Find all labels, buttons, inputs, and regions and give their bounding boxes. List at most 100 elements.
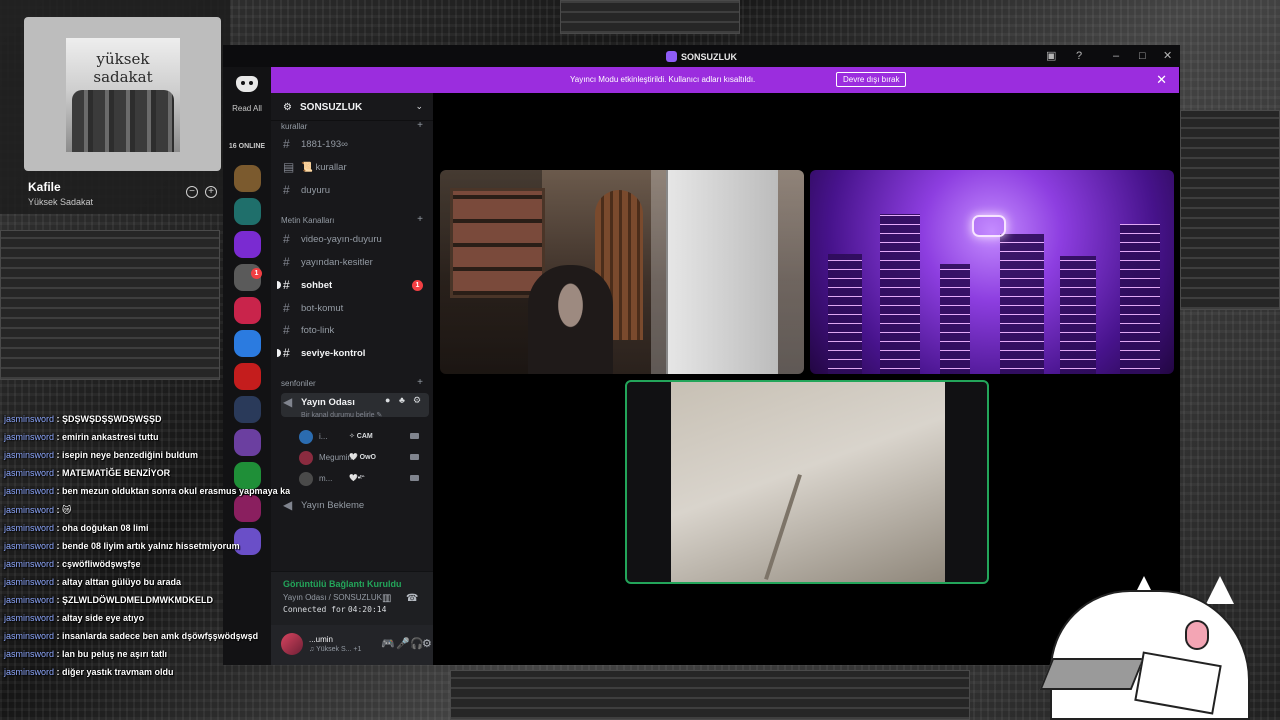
stream-chat-overlay: jasminsword : ŞDŞWŞDŞŞWDŞWŞŞD jasminsword… — [0, 408, 290, 684]
avatar — [299, 451, 313, 465]
disable-streamer-mode-button[interactable]: Devre dışı bırak — [836, 72, 907, 87]
hash-icon: # — [283, 346, 290, 360]
maximize-button[interactable]: □ — [1139, 49, 1146, 63]
video-tile-speaking[interactable] — [625, 380, 989, 584]
unread-indicator — [277, 281, 281, 289]
chat-separator: : — [54, 540, 63, 551]
noise-suppression-icon[interactable]: ▥ — [382, 593, 391, 604]
server-icon[interactable] — [234, 363, 261, 390]
background-building — [560, 0, 740, 34]
server-icon[interactable] — [234, 297, 261, 324]
server-name: SONSUZLUK — [300, 102, 363, 113]
add-channel-icon[interactable]: + — [417, 377, 423, 388]
plus-icon[interactable]: + — [205, 186, 217, 198]
microphone-icon[interactable]: 🎤 — [396, 637, 410, 650]
channel-seviye-kontrol[interactable]: # seviye-kontrol — [277, 344, 429, 362]
mousepad-icon — [1039, 658, 1145, 690]
channel-duyuru[interactable]: # duyuru — [281, 181, 429, 199]
chat-separator: : — [54, 522, 63, 533]
inbox-icon[interactable]: ▣ — [1046, 49, 1056, 63]
chat-text: lan bu peluş ne aşırı tatlı — [62, 649, 168, 660]
server-header[interactable]: ⚙ SONSUZLUK ⌄ — [271, 93, 433, 121]
server-icon[interactable] — [234, 165, 261, 192]
chat-message: jasminsword : ben mezun olduktan sonra o… — [4, 486, 290, 496]
chat-message: jasminsword : bende 08 liyim artık yalnı… — [4, 541, 290, 551]
chat-message: jasminsword : ŞDŞWŞDŞŞWDŞWŞŞD — [4, 414, 290, 424]
chat-separator: : — [54, 558, 63, 569]
help-icon[interactable]: ? — [1076, 49, 1082, 63]
chat-text: 😿 — [62, 504, 72, 515]
background-building — [1180, 110, 1280, 310]
chat-username: jasminsword — [4, 595, 55, 605]
chat-message: jasminsword : altay side eye atıyo — [4, 613, 290, 623]
chat-icon[interactable]: ● — [385, 395, 390, 405]
chevron-down-icon[interactable]: ⌄ — [415, 101, 423, 112]
minimize-button[interactable]: – — [1113, 49, 1119, 63]
unread-indicator — [277, 349, 281, 357]
hash-icon: # — [283, 323, 290, 337]
username[interactable]: ...umin — [309, 635, 333, 644]
chat-username: jasminsword — [4, 540, 55, 551]
chat-text: altay side eye atıyo — [62, 613, 145, 624]
connection-timer: Connected for 04:20:14 — [283, 605, 387, 614]
chat-username: jasminsword — [4, 613, 55, 624]
chat-username: jasminsword — [4, 667, 55, 678]
server-icon[interactable] — [234, 330, 261, 357]
chat-username: jasminsword — [4, 486, 55, 497]
gamepad-icon[interactable]: 🎮 — [381, 637, 395, 650]
title-bar: SONSUZLUK ▣ ? – □ ✕ — [223, 45, 1180, 67]
category-voice[interactable]: senfoniler — [281, 379, 316, 388]
gear-icon[interactable]: ⚙ — [413, 395, 421, 406]
connected-channel[interactable]: Yayın Odası / SONSUZLUK — [283, 593, 382, 602]
chat-text: bende 08 liyim artık yalnız hissetmiyoru… — [62, 540, 240, 551]
voice-user[interactable]: i... ✧ CAM — [299, 429, 419, 445]
voice-user-name: Megumin — [319, 453, 352, 462]
read-all-button[interactable]: Read All — [223, 104, 271, 113]
video-content — [1060, 256, 1096, 374]
channel-sohbet[interactable]: # sohbet 1 — [277, 276, 429, 294]
chat-text: isepin neye benzediğini buldum — [62, 450, 199, 461]
channel-foto-link[interactable]: # foto-link — [281, 321, 429, 339]
discord-home-icon[interactable] — [236, 76, 258, 92]
chat-text: emirin ankastresi tuttu — [62, 432, 159, 443]
chat-message: jasminsword : emirin ankastresi tuttu — [4, 432, 290, 442]
channel-yayindan-kesitler[interactable]: # yayından-kesitler — [281, 253, 429, 271]
voice-user-name: m... — [319, 474, 333, 483]
server-icon[interactable] — [234, 198, 261, 225]
voice-channel-yayin-bekleme[interactable]: ◀ Yayın Bekleme — [281, 496, 429, 514]
video-content — [1120, 224, 1160, 374]
voice-channel-status[interactable]: Bir kanal durumu belirle ✎ — [301, 411, 382, 419]
voice-user[interactable]: m... 🤍•ᵗᵔ — [299, 471, 419, 487]
user-activity: ♫ Yüksek S... +1 — [309, 646, 362, 653]
chat-text: diğer yastık travmam oldu — [62, 667, 174, 678]
close-button[interactable]: ✕ — [1163, 49, 1172, 63]
connection-status[interactable]: Görüntülü Bağlantı Kuruldu — [283, 579, 402, 589]
robot-icon — [972, 215, 1006, 237]
chat-text: ben mezun olduktan sonra okul erasmus ya… — [62, 486, 290, 497]
minus-icon[interactable]: − — [186, 186, 198, 198]
category-rules[interactable]: kurallar — [281, 122, 307, 131]
channel-bot-komut[interactable]: # bot-komut — [281, 299, 429, 317]
video-tile-animated[interactable] — [810, 170, 1174, 374]
streamer-mode-banner: Yayıncı Modu etkinleştirildi. Kullanıcı … — [271, 67, 1179, 93]
chat-message: jasminsword : oha doğukan 08 limi — [4, 523, 290, 533]
gear-icon[interactable]: ⚙ — [422, 637, 432, 650]
channel-video-yayin-duyuru[interactable]: # video-yayın-duyuru — [281, 230, 429, 248]
category-text-channels[interactable]: Metin Kanalları — [281, 216, 334, 225]
voice-user[interactable]: Megumin 🤍 OwO — [299, 450, 419, 466]
add-channel-icon[interactable]: + — [417, 120, 423, 131]
server-icon[interactable] — [234, 231, 261, 258]
chat-username: jasminsword — [4, 468, 55, 479]
add-channel-icon[interactable]: + — [417, 214, 423, 225]
channel-1881[interactable]: #1881-193∞ — [281, 135, 429, 153]
video-content — [450, 188, 545, 298]
camera-icon — [410, 454, 419, 460]
close-icon[interactable]: ✕ — [1156, 72, 1167, 88]
rules-icon: ▤ — [283, 160, 295, 174]
chat-separator: : — [54, 414, 63, 424]
video-tile-webcam[interactable] — [440, 170, 804, 374]
add-member-icon[interactable]: ♣ — [399, 395, 405, 405]
disconnect-icon[interactable]: ☎ — [406, 593, 418, 604]
channel-kurallar[interactable]: ▤ 📜 kurallar — [281, 158, 429, 176]
chat-username: jasminsword — [4, 432, 55, 443]
